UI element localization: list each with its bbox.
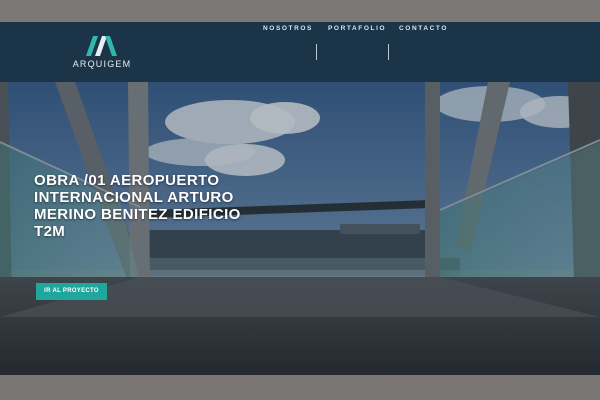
nav-item-nosotros[interactable]: NOSOTROS: [263, 25, 313, 32]
nav-divider: [316, 44, 317, 60]
nav-item-portafolio[interactable]: PORTAFOLIO: [328, 25, 386, 32]
view-project-button[interactable]: IR AL PROYECTO: [36, 283, 107, 300]
nav-item-contacto[interactable]: CONTACTO: [399, 25, 448, 32]
hero-title: OBRA /01 AEROPUERTO INTERNACIONAL ARTURO…: [34, 172, 241, 240]
top-frame: [0, 0, 600, 22]
brand-name: ARQUIGEM: [72, 59, 132, 69]
nav-divider: [388, 44, 389, 60]
hero-banner: OBRA /01 AEROPUERTO INTERNACIONAL ARTURO…: [0, 82, 600, 375]
brand-logo[interactable]: ARQUIGEM: [72, 36, 132, 76]
logo-mark-icon: [86, 36, 117, 56]
bottom-frame: [0, 375, 600, 400]
